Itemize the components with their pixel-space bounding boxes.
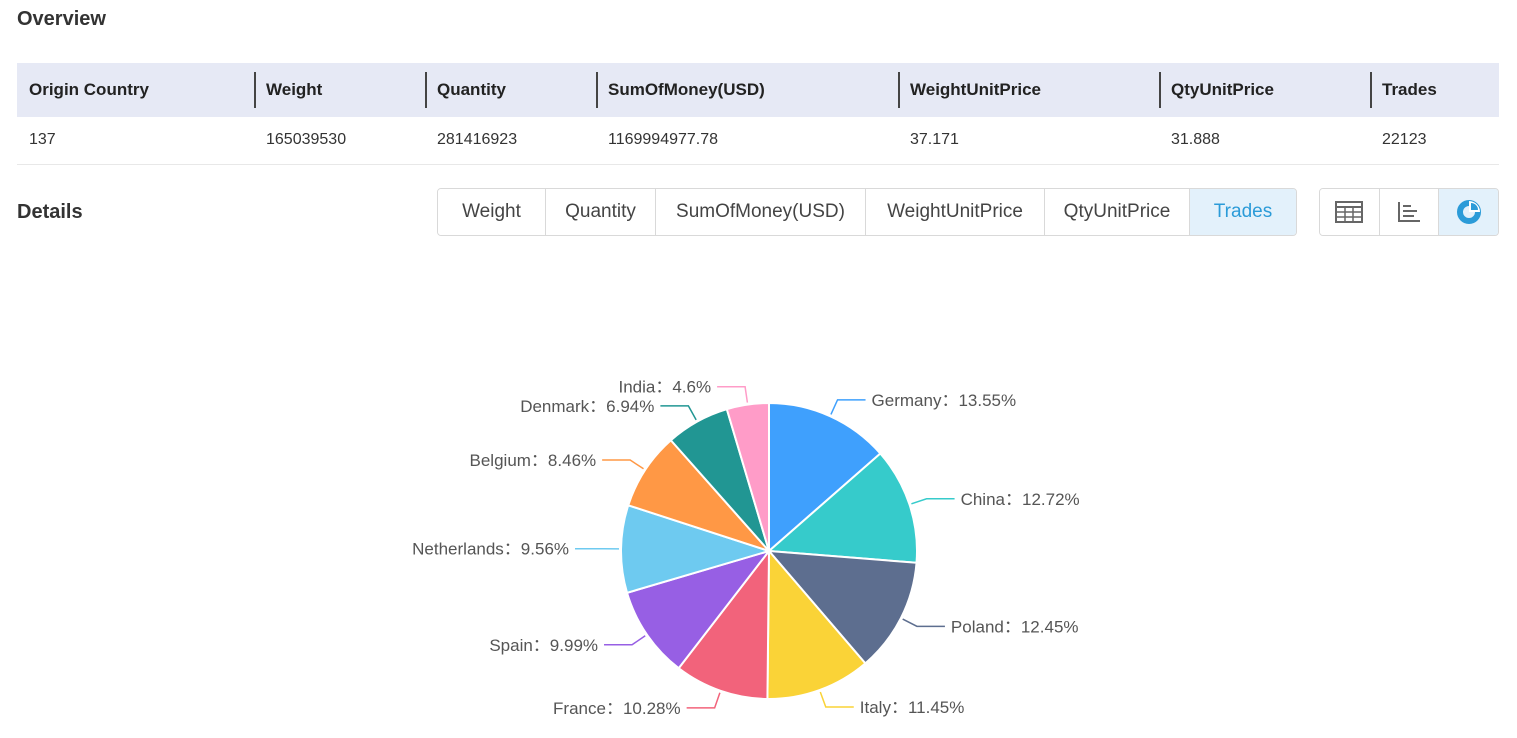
pie-label-italy: Italy：11.45% [860,698,965,717]
pie-label-poland: Poland：12.45% [951,617,1079,636]
pie-leader-line-france [686,692,721,709]
trade-overview-page: Overview Origin Country Weight Quantity … [0,0,1517,738]
pie-label-netherlands: Netherlands：9.56% [412,540,569,559]
pie-leader-line-poland [902,618,945,628]
pie-label-denmark: Denmark：6.94% [520,397,654,416]
pie-label-germany: Germany：13.55% [872,391,1017,410]
pie-leader-line-china [911,498,955,505]
pie-leader-line-italy [819,691,854,708]
pie-label-spain: Spain：9.99% [489,636,598,655]
pie-leader-line-belgium [602,459,644,470]
pie-label-china: China：12.72% [961,490,1080,509]
pie-leader-line-germany [830,399,866,415]
pie-leader-line-india [717,385,749,403]
pie-label-india: India：4.6% [618,378,711,397]
trades-pie-chart: Germany：13.55% China：12.72% Poland：12.45% I… [412,378,1080,718]
pie-label-france: France：10.28% [553,699,681,718]
pie-leader-line-spain [604,635,646,646]
pie-label-belgium: Belgium：8.46% [470,451,597,470]
pie-leader-line-denmark [660,405,697,421]
